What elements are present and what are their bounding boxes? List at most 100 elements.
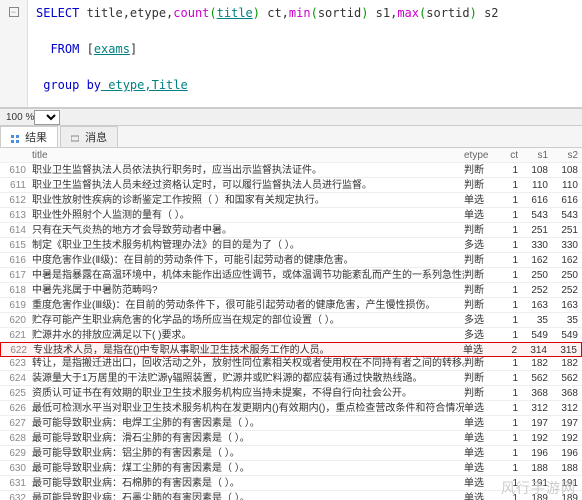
cell-s1[interactable]: 562	[522, 371, 552, 385]
table-row[interactable]: 631最可能导致职业病：石棉肺的有害因素是（ ）。单选1191191	[0, 476, 582, 491]
table-row[interactable]: 616中度危害作业(Ⅱ级)：在目前的劳动条件下，可能引起劳动者的健康危害。判断1…	[0, 253, 582, 268]
cell-s1[interactable]: 616	[522, 193, 552, 207]
cell-s2[interactable]: 162	[552, 253, 582, 267]
header-title[interactable]: title	[32, 148, 464, 162]
table-row[interactable]: 610职业卫生监督执法人员依法执行职务时，应当出示监督执法证件。判断110810…	[0, 163, 582, 178]
cell-title[interactable]: 职业卫生监督执法人员未经过资格认定时，可以履行监督执法人员进行监督。	[32, 178, 464, 192]
cell-s2[interactable]: 368	[552, 386, 582, 400]
cell-ct[interactable]: 1	[500, 476, 522, 490]
cell-etype[interactable]: 单选	[464, 193, 500, 207]
cell-s1[interactable]: 312	[522, 401, 552, 415]
table-row[interactable]: 615制定《职业卫生技术服务机构管理办法》的目的是为了（ ）。多选1330330	[0, 238, 582, 253]
table-row[interactable]: 625资质认可证书在有效期的职业卫生技术服务机构应当持未提案，不得自行向社会公开…	[0, 386, 582, 401]
cell-etype[interactable]: 单选	[463, 343, 499, 356]
cell-title[interactable]: 最可能导致职业病：石墨尘肺的有害因素是（ ）。	[32, 491, 464, 500]
cell-etype[interactable]: 单选	[464, 431, 500, 445]
cell-ct[interactable]: 2	[499, 343, 521, 356]
cell-s2[interactable]: 250	[552, 268, 582, 282]
table-row[interactable]: 629最可能导致职业病：铝尘肺的有害因素是（ ）。单选1196196	[0, 446, 582, 461]
table-row[interactable]: 617中暑是指暴露在高温环境中，机体未能作出适应性调节，或体温调节功能紊乱而产生…	[0, 268, 582, 283]
cell-s1[interactable]: 35	[522, 313, 552, 327]
cell-ct[interactable]: 1	[500, 446, 522, 460]
cell-s1[interactable]: 251	[522, 223, 552, 237]
cell-ct[interactable]: 1	[500, 313, 522, 327]
cell-ct[interactable]: 1	[500, 431, 522, 445]
cell-s1[interactable]: 314	[521, 343, 551, 356]
table-row[interactable]: 619重度危害作业(Ⅲ级)：在目前的劳动条件下，很可能引起劳动者的健康危害，产生…	[0, 298, 582, 313]
cell-s2[interactable]: 191	[552, 476, 582, 490]
cell-ct[interactable]: 1	[500, 401, 522, 415]
table-row[interactable]: 618中暑先兆属于中暑防范畴吗?判断1252252	[0, 283, 582, 298]
cell-s2[interactable]: 189	[552, 491, 582, 500]
cell-etype[interactable]: 多选	[464, 238, 500, 252]
cell-s2[interactable]: 35	[552, 313, 582, 327]
cell-s1[interactable]: 189	[522, 491, 552, 500]
cell-title[interactable]: 资质认可证书在有效期的职业卫生技术服务机构应当持未提案，不得自行向社会公开。	[32, 386, 464, 400]
cell-s2[interactable]: 188	[552, 461, 582, 475]
cell-title[interactable]: 职业性放射性疾病的诊断鉴定工作按照（ ）和国家有关规定执行。	[32, 193, 464, 207]
cell-s2[interactable]: 192	[552, 431, 582, 445]
cell-title[interactable]: 中暑是指暴露在高温环境中，机体未能作出适应性调节，或体温调节功能紊乱而产生的一系…	[32, 268, 464, 282]
cell-etype[interactable]: 判断	[464, 163, 500, 177]
cell-s2[interactable]: 549	[552, 328, 582, 342]
cell-s1[interactable]: 188	[522, 461, 552, 475]
table-row[interactable]: 621贮源井水的排放应满足以下( )要求。多选1549549	[0, 328, 582, 343]
cell-s1[interactable]: 192	[522, 431, 552, 445]
cell-s1[interactable]: 330	[522, 238, 552, 252]
cell-s2[interactable]: 616	[552, 193, 582, 207]
cell-title[interactable]: 贮存可能产生职业病危害的化学品的场所应当在规定的部位设置（ ）。	[32, 313, 464, 327]
cell-etype[interactable]: 判断	[464, 386, 500, 400]
cell-etype[interactable]: 单选	[464, 476, 500, 490]
sql-editor[interactable]: − SELECT title,etype,count(title) ct,min…	[0, 0, 582, 108]
cell-title[interactable]: 中度危害作业(Ⅱ级)：在目前的劳动条件下，可能引起劳动者的健康危害。	[32, 253, 464, 267]
cell-title[interactable]: 最可能导致职业病：煤工尘肺的有害因素是（ ）。	[32, 461, 464, 475]
cell-ct[interactable]: 1	[500, 461, 522, 475]
sql-code[interactable]: SELECT title,etype,count(title) ct,min(s…	[28, 0, 582, 107]
cell-title[interactable]: 职业卫生监督执法人员依法执行职务时，应当出示监督执法证件。	[32, 163, 464, 177]
cell-s2[interactable]: 315	[551, 343, 581, 356]
fold-icon[interactable]: −	[9, 7, 19, 17]
cell-ct[interactable]: 1	[500, 253, 522, 267]
cell-etype[interactable]: 多选	[464, 328, 500, 342]
cell-s2[interactable]: 196	[552, 446, 582, 460]
results-grid[interactable]: title etype ct s1 s2 610职业卫生监督执法人员依法执行职务…	[0, 148, 582, 500]
table-row[interactable]: 626最低可检测水平当对职业卫生技术服务机构在发更期内()有效期内()，重点检查…	[0, 401, 582, 416]
table-row[interactable]: 613职业性外照射个人监测的量有（ ）。单选1543543	[0, 208, 582, 223]
cell-s1[interactable]: 163	[522, 298, 552, 312]
cell-s2[interactable]: 330	[552, 238, 582, 252]
cell-s2[interactable]: 562	[552, 371, 582, 385]
cell-ct[interactable]: 1	[500, 223, 522, 237]
cell-etype[interactable]: 判断	[464, 223, 500, 237]
cell-ct[interactable]: 1	[500, 208, 522, 222]
cell-s2[interactable]: 197	[552, 416, 582, 430]
cell-s1[interactable]: 196	[522, 446, 552, 460]
cell-s2[interactable]: 163	[552, 298, 582, 312]
cell-ct[interactable]: 1	[500, 356, 522, 370]
cell-ct[interactable]: 1	[500, 268, 522, 282]
cell-title[interactable]: 转让，是指搬迁进出口，回收活动之外，放射性同位素相关权或者使用权在不同持有者之间…	[32, 356, 464, 370]
cell-ct[interactable]: 1	[500, 371, 522, 385]
table-row[interactable]: 627最可能导致职业病：电焊工尘肺的有害因素是（ ）。单选1197197	[0, 416, 582, 431]
cell-etype[interactable]: 单选	[464, 208, 500, 222]
cell-s1[interactable]: 162	[522, 253, 552, 267]
cell-s2[interactable]: 252	[552, 283, 582, 297]
cell-s2[interactable]: 108	[552, 163, 582, 177]
cell-s2[interactable]: 543	[552, 208, 582, 222]
cell-title[interactable]: 最低可检测水平当对职业卫生技术服务机构在发更期内()有效期内()，重点检查营改条…	[32, 401, 464, 415]
cell-s1[interactable]: 250	[522, 268, 552, 282]
cell-ct[interactable]: 1	[500, 163, 522, 177]
cell-etype[interactable]: 判断	[464, 356, 500, 370]
cell-title[interactable]: 专业技术人员，是指在()中专职从事职业卫生技术服务工作的人员。	[33, 343, 463, 356]
table-row[interactable]: 623转让，是指搬迁进出口，回收活动之外，放射性同位素相关权或者使用权在不同持有…	[0, 356, 582, 371]
cell-title[interactable]: 最可能导致职业病：铝尘肺的有害因素是（ ）。	[32, 446, 464, 460]
cell-etype[interactable]: 单选	[464, 461, 500, 475]
cell-title[interactable]: 最可能导致职业病：滑石尘肺的有害因素是（ ）。	[32, 431, 464, 445]
cell-s1[interactable]: 191	[522, 476, 552, 490]
cell-etype[interactable]: 单选	[464, 416, 500, 430]
cell-etype[interactable]: 多选	[464, 313, 500, 327]
cell-ct[interactable]: 1	[500, 178, 522, 192]
cell-etype[interactable]: 判断	[464, 253, 500, 267]
cell-ct[interactable]: 1	[500, 386, 522, 400]
cell-etype[interactable]: 单选	[464, 491, 500, 500]
cell-s1[interactable]: 182	[522, 356, 552, 370]
